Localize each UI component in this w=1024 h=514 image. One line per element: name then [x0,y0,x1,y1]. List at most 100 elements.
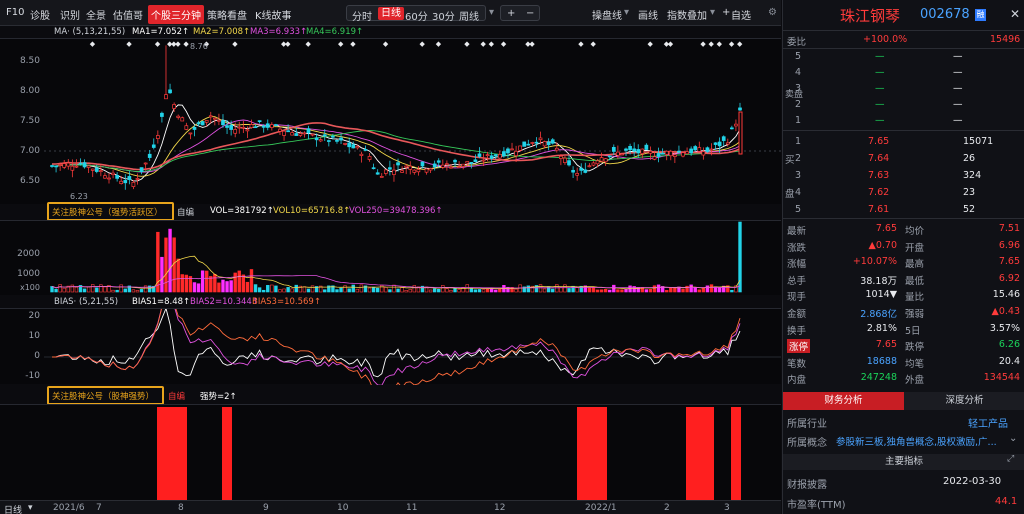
valuation-button[interactable]: 估值哥 [113,7,143,22]
volume-bar [514,288,518,293]
stat-label: 均价 [905,226,925,237]
f10-button[interactable]: F10 [6,7,24,18]
main-indicators-header[interactable]: 主要指标 [783,454,1024,470]
candle-body [554,147,559,151]
index-overlay-dropdown-icon[interactable]: ▾ [710,7,715,18]
candle-body [103,175,107,179]
strong-signal-bar [157,407,187,501]
candle-body [571,169,575,173]
volume-mode[interactable]: 自编 [177,206,194,218]
candle-body [530,142,535,144]
vol-value: VOL=381792↑ [210,206,274,216]
low-price-label: 6.23 [70,192,88,201]
stat-value: 6.26 [998,339,1020,351]
concept-value[interactable]: 参股新三板,独角兽概念,股权激励,广... [836,434,1004,448]
signal-diamond: ◆ [489,40,495,48]
stat-value: 6.96 [998,239,1020,251]
candle-body [546,142,551,146]
candle-body [82,162,87,168]
index-overlay-button[interactable]: 指数叠加 [667,7,707,22]
diagnose-button[interactable]: 诊股 [30,7,50,22]
period-30m[interactable]: 30分 [432,8,455,23]
candle-body [147,153,152,158]
y-tick: 0 [34,351,40,361]
kline-story-button[interactable]: K线故事 [255,7,292,22]
candle-body [212,117,217,120]
candle-body [74,165,79,168]
candle-body [693,146,698,151]
candle-body [306,128,311,134]
bias-line [52,309,741,385]
volume-bar [477,289,482,293]
signal-bars [157,407,741,501]
bias-params[interactable]: BIAS· (5,21,55) [54,297,118,307]
candle-body [673,154,677,157]
zoom-in-button[interactable]: + [507,8,515,19]
volume-pane[interactable]: 2000 1000 x100 [0,220,781,295]
draw-line-button[interactable]: 画线 [638,7,658,22]
stat-value: 7.65 [998,256,1020,268]
candle-body [611,147,616,152]
candle-body [522,141,527,147]
stat-value: 3.57% [989,322,1020,334]
zoom-out-button[interactable]: − [526,8,534,19]
industry-value[interactable]: 轻工产品 [968,415,1008,430]
concept-expand-icon[interactable]: ⌄ [1009,433,1017,444]
period-weekly[interactable]: 周线 [459,8,479,23]
strategy-button[interactable]: 策略看盘 [207,7,247,22]
mode-dropdown-icon[interactable]: ▾ [28,503,33,513]
stock-3min-tab[interactable]: 个股三分钟 [148,5,204,24]
gear-icon[interactable]: ⚙ [768,7,777,18]
candle-body [432,163,437,168]
stat-label: 涨幅 [787,259,807,271]
signal-mode[interactable]: 自编 [168,390,185,402]
stat-label: 最新 [787,226,807,237]
y-tick: 7.50 [19,116,40,126]
candle-body [127,176,132,181]
candle-body [339,137,343,141]
period-daily[interactable]: 日线 [378,7,404,20]
ma-params[interactable]: MA· (5,13,21,55) [54,27,125,37]
volume-bar [408,289,412,293]
volume-bar [233,272,237,293]
stat-value: 1014▼ [865,289,897,301]
tab-depth-analysis[interactable]: 深度分析 [904,392,1024,410]
buy-side-label: 买 [785,155,795,166]
margin-tag-icon[interactable]: 融 [975,9,986,21]
tab-financial-analysis[interactable]: 财务分析 [783,392,904,410]
candle-body [70,165,75,171]
signal-pane[interactable] [0,404,781,501]
trading-line-dropdown-icon[interactable]: ▾ [624,7,629,18]
volume-bar [367,287,372,293]
stat-label: 5日 [905,325,921,337]
trading-line-button[interactable]: 操盘线 [592,7,622,22]
panel-close-icon[interactable]: ✕ [1010,7,1020,21]
indicators-expand-icon[interactable]: ⤢ [1007,454,1014,464]
volume-bar [323,289,327,293]
candle-body [579,167,584,171]
volume-bar [563,284,567,293]
panorama-button[interactable]: 全景 [86,7,106,22]
candle-body [485,154,490,157]
period-60m[interactable]: 60分 [405,8,428,23]
volume-bar [595,289,600,293]
period-intraday[interactable]: 分时 [352,8,372,23]
volume-bar [697,289,701,293]
candle-body [99,170,103,172]
volume-bar [485,288,490,293]
chart-mode-label[interactable]: 日线 [4,503,22,514]
identify-button[interactable]: 识别 [60,7,80,22]
candle-body [371,167,376,170]
volume-bar [74,286,79,293]
date-tick: 9 [263,503,269,513]
period-dropdown-icon[interactable]: ▾ [489,7,494,18]
watchlist-plus-icon[interactable]: + [722,7,730,18]
watchlist-button[interactable]: 自选 [731,7,751,22]
candle-body [404,165,409,168]
signal-diamond: ◆ [155,40,161,48]
candle-body [86,165,91,168]
buy-price: 7.64 [868,153,890,164]
volume-bar [95,287,99,293]
price-chart-pane[interactable]: ◆ ◆ ◆ ◆ ◆ ◆ ◆ ◆ ◆ ◆ ◆ ◆ ◆ ◆ ◆ ◆ ◆ ◆ ◆ ◆ ◆ ◆ ◆ ◆ ◆ ◆ ◆ ◆ ◆ ◆ ◆ ◆ ◆ 8.50 8… [0,38,781,204]
bias-pane[interactable]: 20 10 0 -10 [0,308,781,385]
